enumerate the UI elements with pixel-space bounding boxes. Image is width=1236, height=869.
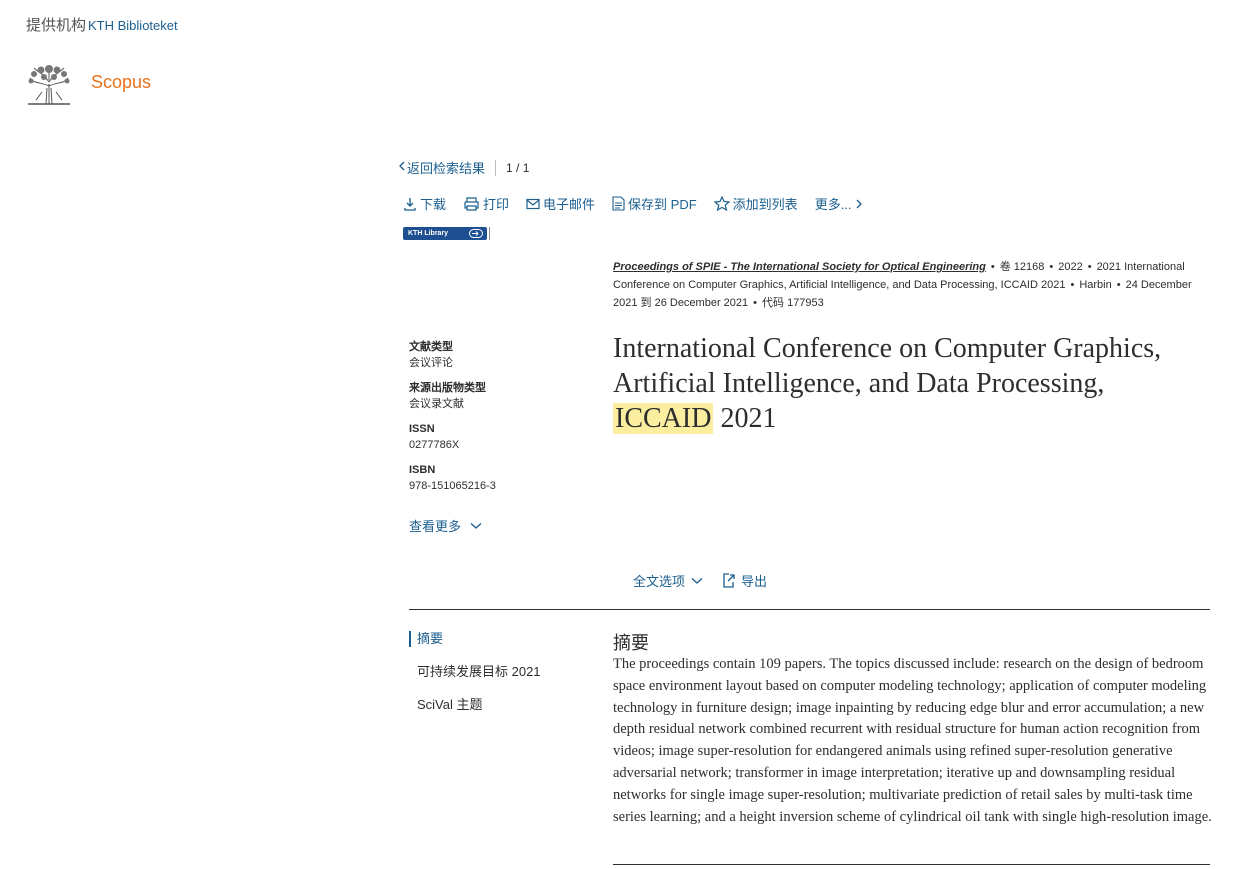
conference-code: 代码 177953 xyxy=(762,297,824,309)
bullet: • xyxy=(753,297,758,309)
export-button[interactable]: 导出 xyxy=(721,571,767,590)
nav-divider xyxy=(495,159,497,176)
more-label: 更多... xyxy=(814,197,852,212)
provider-label: 提供机构 xyxy=(26,17,87,34)
add-to-list-label: 添加到列表 xyxy=(732,197,798,212)
meta-value: 0277786X xyxy=(409,439,460,451)
document-toolbar: 下载 打印 电子邮件 保存到 PDF 添加到列表 更多... xyxy=(403,194,884,213)
abstract-text: The proceedings contain 109 papers. The … xyxy=(613,656,1212,825)
document-title: International Conference on Computer Gra… xyxy=(613,331,1223,436)
fulltext-bar: 全文选项 导出 xyxy=(633,571,785,590)
meta-doc-type: 文献类型 会议评论 xyxy=(409,339,589,371)
email-label: 电子邮件 xyxy=(543,197,596,212)
results-nav: 返回检索结果 1 / 1 xyxy=(398,158,529,177)
section-nav-sdg[interactable]: 可持续发展目标 2021 xyxy=(409,664,541,697)
section-divider xyxy=(409,609,1210,610)
back-to-results-link[interactable]: 返回检索结果 xyxy=(407,158,485,177)
download-icon xyxy=(404,197,416,211)
fulltext-options-button[interactable]: 全文选项 xyxy=(633,571,703,590)
document-metadata: 文献类型 会议评论 来源出版物类型 会议录文献 ISSN 0277786X IS… xyxy=(409,339,589,503)
see-more-button[interactable]: 查看更多 xyxy=(409,516,482,535)
year: 2022 xyxy=(1058,261,1083,273)
chevron-down-icon xyxy=(691,577,703,584)
print-button[interactable]: 打印 xyxy=(463,194,509,213)
fulltext-options-label: 全文选项 xyxy=(633,574,686,589)
meta-label: 来源出版物类型 xyxy=(409,382,486,394)
pdf-file-icon xyxy=(612,196,625,211)
bullet: • xyxy=(1087,261,1092,273)
meta-issn: ISSN 0277786X xyxy=(409,421,589,453)
meta-value: 978-151065216-3 xyxy=(409,480,496,492)
source-info: Proceedings of SPIE - The International … xyxy=(613,258,1213,312)
abstract-divider xyxy=(613,864,1210,865)
meta-label: 文献类型 xyxy=(409,341,453,353)
add-to-list-button[interactable]: 添加到列表 xyxy=(713,194,798,213)
email-button[interactable]: 电子邮件 xyxy=(526,194,595,213)
abstract-heading: 摘要 xyxy=(613,633,649,653)
more-button[interactable]: 更多... xyxy=(815,194,867,213)
meta-value: 会议评论 xyxy=(409,357,453,369)
export-label: 导出 xyxy=(741,574,768,589)
see-more-label: 查看更多 xyxy=(409,519,462,534)
bullet: • xyxy=(1116,279,1121,291)
provider-link[interactable]: KTH Biblioteket xyxy=(88,18,178,33)
chevron-down-icon xyxy=(470,522,482,529)
scopus-brand[interactable]: Scopus xyxy=(91,72,151,93)
volume: 卷 12168 xyxy=(999,261,1045,273)
star-icon xyxy=(713,196,730,211)
pager: 1 / 1 xyxy=(506,160,530,175)
section-nav-scival-topics[interactable]: SciVal 主题 xyxy=(409,697,541,730)
title-year: 2021 xyxy=(720,403,777,434)
section-nav: 摘要 可持续发展目标 2021 SciVal 主题 xyxy=(409,631,541,730)
print-icon xyxy=(464,196,479,211)
bullet: • xyxy=(990,261,995,273)
email-icon xyxy=(526,198,540,209)
download-button[interactable]: 下载 xyxy=(403,194,446,213)
meta-label: ISSN xyxy=(409,423,435,435)
section-nav-abstract[interactable]: 摘要 xyxy=(409,631,541,647)
kth-badge-label: KTH Library xyxy=(408,230,449,237)
bullet: • xyxy=(1070,279,1075,291)
print-label: 打印 xyxy=(483,197,510,212)
title-highlight: ICCAID xyxy=(613,403,714,434)
elsevier-tree-logo-icon[interactable] xyxy=(26,64,72,106)
badge-divider xyxy=(489,227,490,240)
conference-location: Harbin xyxy=(1079,279,1112,291)
download-label: 下载 xyxy=(420,197,447,212)
chevron-left-icon xyxy=(398,160,407,175)
meta-value: 会议录文献 xyxy=(409,398,464,410)
title-text: International Conference on Computer Gra… xyxy=(613,333,1162,399)
meta-label: ISBN xyxy=(409,464,436,476)
meta-source-type: 来源出版物类型 会议录文献 xyxy=(409,380,589,412)
login-arrow-icon xyxy=(469,229,483,238)
save-pdf-button[interactable]: 保存到 PDF xyxy=(612,194,697,213)
kth-library-link-badge[interactable]: KTH Library xyxy=(403,227,490,240)
journal-link[interactable]: Proceedings of SPIE - The International … xyxy=(613,261,986,273)
save-pdf-label: 保存到 PDF xyxy=(628,197,697,212)
chevron-right-icon xyxy=(856,199,862,208)
bullet: • xyxy=(1049,261,1054,273)
provider-line: 提供机构 KTH Biblioteket xyxy=(26,14,178,35)
meta-isbn: ISBN 978-151065216-3 xyxy=(409,462,589,494)
export-icon xyxy=(723,573,735,588)
